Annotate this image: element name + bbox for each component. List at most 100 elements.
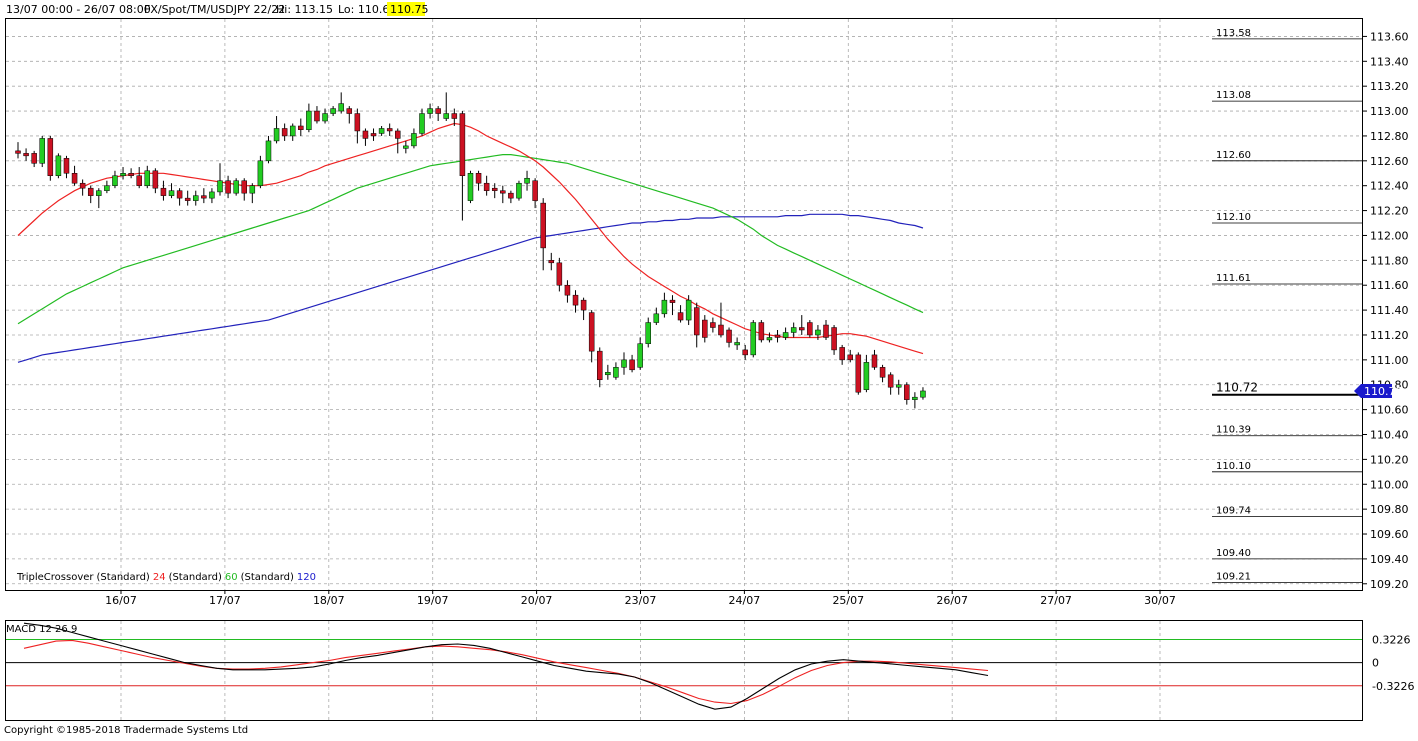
candle-up [411, 133, 417, 147]
candle-up [338, 103, 344, 112]
candle-up [209, 191, 215, 199]
candle-down [904, 384, 910, 400]
reference-level-label: 113.08 [1216, 90, 1251, 101]
candle-up [233, 180, 239, 194]
legend-p3: (Standard) [241, 572, 294, 583]
reference-level-label: 110.39 [1216, 425, 1251, 436]
candle-up [467, 173, 474, 201]
candle-up [403, 145, 409, 149]
candle-up [524, 177, 530, 184]
candle-down [241, 180, 247, 194]
legend-v2: 60 [225, 572, 238, 583]
reference-level-label: 110.72 [1216, 381, 1258, 395]
candle-down [710, 322, 716, 328]
macd-axis-label: -0.3226 [1372, 680, 1414, 693]
candle-down [580, 299, 587, 311]
macd-panel-frame [5, 620, 1363, 721]
date-axis-label: 27/07 [1040, 594, 1072, 607]
macd-axis-labels: 0.3226 0 -0.3226 [1372, 633, 1414, 692]
candle-down [225, 180, 231, 194]
candle-down [572, 294, 579, 306]
price-axis-label: 111.00 [1370, 354, 1409, 367]
candle-up [516, 182, 522, 199]
price-axis-label: 113.00 [1370, 105, 1409, 118]
price-axis-label: 110.40 [1370, 428, 1409, 441]
candle-down [807, 322, 813, 336]
price-axis-label: 111.80 [1370, 254, 1409, 267]
candle-down [887, 374, 894, 388]
candle-up [605, 372, 611, 376]
candle-down [31, 153, 37, 164]
price-axis-label: 112.80 [1370, 130, 1409, 143]
date-axis-label: 26/07 [936, 594, 968, 607]
candle-up [289, 125, 296, 137]
candle-up [443, 113, 449, 119]
candle-down [629, 359, 635, 371]
macd-axis-label: 0 [1372, 657, 1379, 670]
price-axis-label: 109.80 [1370, 503, 1409, 516]
chart-window: 113.58 113.08 112.60 112.10 111.61 110.72 110.… [0, 0, 1418, 737]
price-axis-label: 112.00 [1370, 229, 1409, 242]
candle-up [330, 108, 336, 114]
candle-up [613, 367, 619, 378]
date-axis-label: 30/07 [1144, 594, 1176, 607]
candle-up [766, 337, 773, 341]
candle-up [685, 299, 692, 321]
candle-down [564, 284, 571, 296]
price-axis-label: 112.40 [1370, 180, 1409, 193]
date-axis-label: 20/07 [521, 594, 553, 607]
candle-up [661, 299, 668, 315]
candle-up [217, 180, 223, 193]
candle-up [378, 128, 385, 134]
candle-up [144, 170, 151, 186]
candle-down [370, 133, 377, 137]
reference-level-label: 110.10 [1216, 461, 1251, 472]
candle-up [750, 322, 757, 356]
legend-p1: (Standard) [97, 572, 150, 583]
candle-down [548, 260, 555, 264]
price-axis-label: 111.60 [1370, 279, 1409, 292]
candle-down [128, 173, 134, 176]
price-axis-label: 110.00 [1370, 478, 1409, 491]
candle-down [693, 307, 700, 336]
main-chart-frame [5, 18, 1363, 591]
date-axis-label: 18/07 [313, 594, 345, 607]
candle-down [532, 180, 538, 201]
date-axis-label: 23/07 [625, 594, 657, 607]
price-tag-label: 110.75 [1364, 385, 1403, 398]
candle-down [47, 138, 54, 176]
candle-up [621, 359, 627, 368]
candle-down [63, 158, 70, 174]
reference-level-label: 112.10 [1216, 212, 1251, 223]
date-axis-label: 24/07 [729, 594, 761, 607]
candle-down [758, 322, 765, 341]
candle-down [491, 187, 498, 191]
reference-level-label: 111.61 [1216, 273, 1251, 284]
date-axis-label: 25/07 [832, 594, 864, 607]
legend-p2: (Standard) [169, 572, 222, 583]
candle-up [322, 113, 328, 122]
candle-up [39, 138, 45, 164]
candle-down [15, 150, 21, 154]
candle-up [120, 173, 126, 176]
candle-up [249, 185, 256, 194]
candle-up [257, 160, 264, 186]
candle-down [508, 192, 514, 199]
date-axis: 16/07 17/07 18/07 19/07 20/07 23/07 24/07 25/07… [105, 590, 1176, 607]
price-axis: 113.60 113.40 113.20 113.00 112.80 112.60 112.… [1362, 30, 1409, 591]
candle-down [879, 367, 886, 378]
candle-down [71, 173, 78, 184]
candle-down [475, 173, 482, 184]
candle-up [273, 128, 280, 142]
candle-down [136, 175, 142, 186]
candle-up [645, 322, 651, 344]
candle-down [588, 312, 595, 352]
candle-up [895, 384, 902, 388]
candle-down [718, 324, 724, 336]
candle-down [395, 130, 401, 139]
price-axis-label: 113.60 [1370, 30, 1409, 43]
price-axis-label: 113.40 [1370, 55, 1409, 68]
date-axis-label: 19/07 [417, 594, 449, 607]
candle-down [677, 312, 684, 321]
candle-down [435, 108, 441, 114]
